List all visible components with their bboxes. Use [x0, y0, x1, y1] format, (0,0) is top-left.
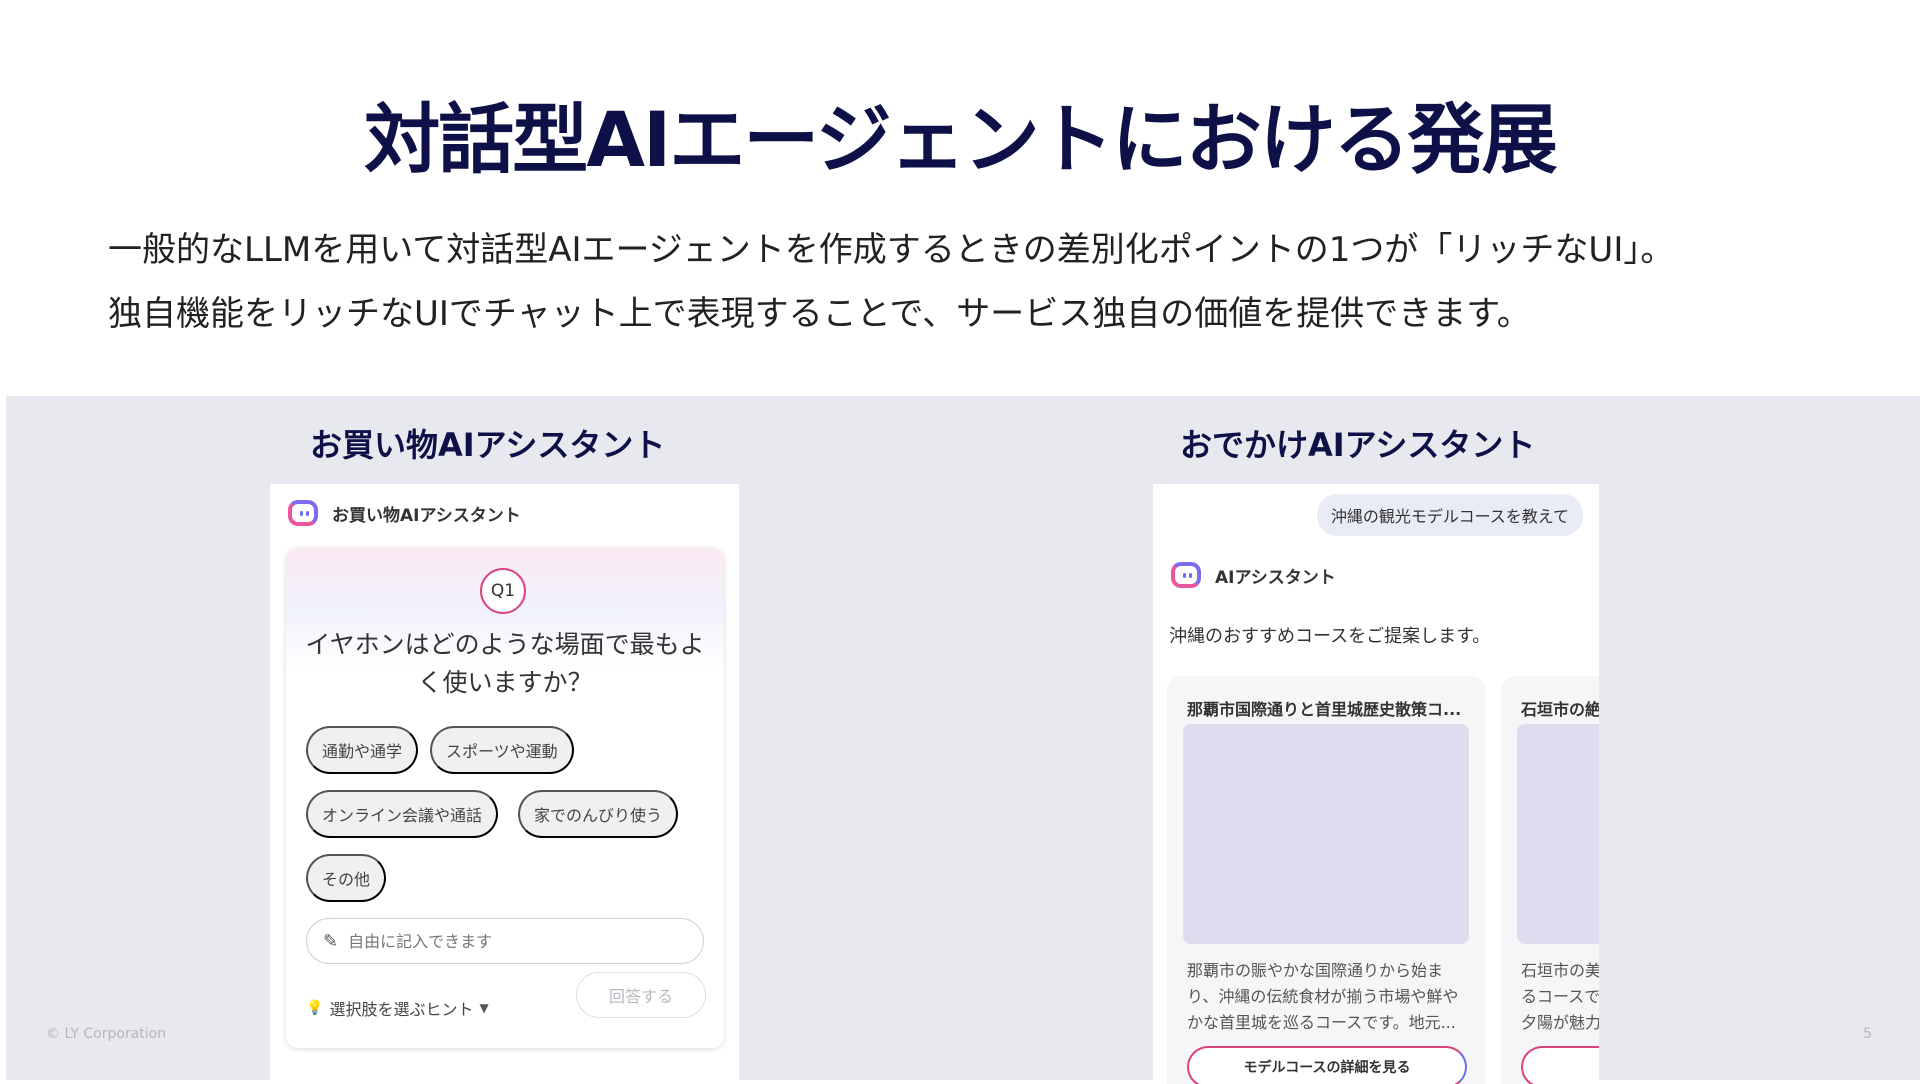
intro-line-2: 独自機能をリッチなUIでチャット上で表現することで、サービス独自の価値を提供でき…: [108, 294, 1531, 334]
option-chip[interactable]: 通勤や通学: [306, 726, 419, 774]
page-number: 5: [1863, 1026, 1872, 1042]
course-description-line: り、沖縄の伝統食材が揃う市場や鮮や: [1187, 987, 1459, 1006]
robot-icon: [288, 500, 318, 526]
question-text: イヤホンはどのような場面で最もよく使いますか？: [305, 630, 705, 697]
course-card[interactable]: 那覇市国際通りと首里城歴史散策コ... 那覇市の賑やかな国際通りから始ま り、沖…: [1167, 676, 1485, 1084]
course-description-line: かな首里城を巡るコースです。地元...: [1187, 1013, 1456, 1032]
free-answer-input[interactable]: [346, 930, 671, 952]
intro-text: 一般的なLLMを用いて対話型AIエージェントを作成するときの差別化ポイントの1つ…: [108, 218, 1828, 346]
bot-reply-text: 沖縄のおすすめコースをご提案します。: [1169, 626, 1491, 647]
bot-header: AIアシスタント: [1171, 562, 1336, 588]
course-description: 那覇市の賑やかな国際通りから始ま り、沖縄の伝統食材が揃う市場や鮮や かな首里城…: [1187, 958, 1469, 1036]
bot-name: AIアシスタント: [1215, 567, 1336, 588]
chevron-down-icon: ▼: [479, 1001, 489, 1015]
pencil-icon: ✎: [323, 930, 339, 952]
shopping-section-title: お買い物AIアシスタント: [310, 426, 666, 464]
course-image: [1517, 724, 1599, 944]
course-description-line: 夕陽が魅力: [1521, 1013, 1599, 1032]
robot-icon: [1171, 562, 1201, 588]
lightbulb-icon: 💡: [306, 1000, 324, 1016]
option-chip[interactable]: オンライン会議や通話: [306, 790, 499, 838]
course-title: 石垣市の絶: [1521, 700, 1599, 719]
intro-line-1: 一般的なLLMを用いて対話型AIエージェントを作成するときの差別化ポイントの1つ…: [108, 230, 1675, 270]
course-title: 那覇市国際通りと首里城歴史散策コ...: [1187, 700, 1462, 719]
bot-name: お買い物AIアシスタント: [332, 505, 521, 526]
answer-button[interactable]: 回答する: [576, 972, 706, 1018]
user-message-bubble: 沖縄の観光モデルコースを教えて: [1316, 494, 1583, 536]
choice-hint-toggle[interactable]: 💡 選択肢を選ぶヒント ▼: [306, 996, 489, 1020]
outing-section-title: おでかけAIアシスタント: [1180, 426, 1536, 464]
course-description: 石垣市の美 るコースで 夕陽が魅力: [1521, 958, 1599, 1036]
course-image: [1183, 724, 1469, 944]
slide-title: 対話型AIエージェントにおける発展: [364, 95, 1558, 184]
course-description-line: るコースで: [1521, 987, 1599, 1006]
shopping-assistant-screen: お買い物AIアシスタント Q1 イヤホンはどのような場面で最もよく使いますか？ …: [270, 484, 739, 1084]
option-chip[interactable]: 家でのんびり使う: [518, 790, 679, 838]
course-description-line: 那覇市の賑やかな国際通りから始ま: [1187, 961, 1444, 980]
course-card[interactable]: 石垣市の絶 石垣市の美 るコースで 夕陽が魅力 モデ: [1501, 676, 1599, 1084]
copyright: © LY Corporation: [46, 1026, 167, 1042]
course-description-line: 石垣市の美: [1521, 961, 1599, 980]
free-answer-field[interactable]: ✎: [306, 918, 704, 964]
course-detail-button[interactable]: モデ: [1521, 1046, 1599, 1084]
question-number-badge: Q1: [480, 568, 526, 614]
outing-assistant-screen: 沖縄の観光モデルコースを教えて AIアシスタント 沖縄のおすすめコースをご提案し…: [1153, 484, 1599, 1084]
course-detail-button[interactable]: モデルコースの詳細を見る: [1187, 1046, 1467, 1084]
option-chip[interactable]: スポーツや運動: [430, 726, 574, 774]
bot-header: お買い物AIアシスタント: [288, 500, 521, 526]
option-chip[interactable]: その他: [306, 854, 387, 902]
question-card: Q1 イヤホンはどのような場面で最もよく使いますか？ 通勤や通学 スポーツや運動…: [286, 548, 724, 1048]
choice-hint-label: 選択肢を選ぶヒント: [329, 1000, 474, 1019]
